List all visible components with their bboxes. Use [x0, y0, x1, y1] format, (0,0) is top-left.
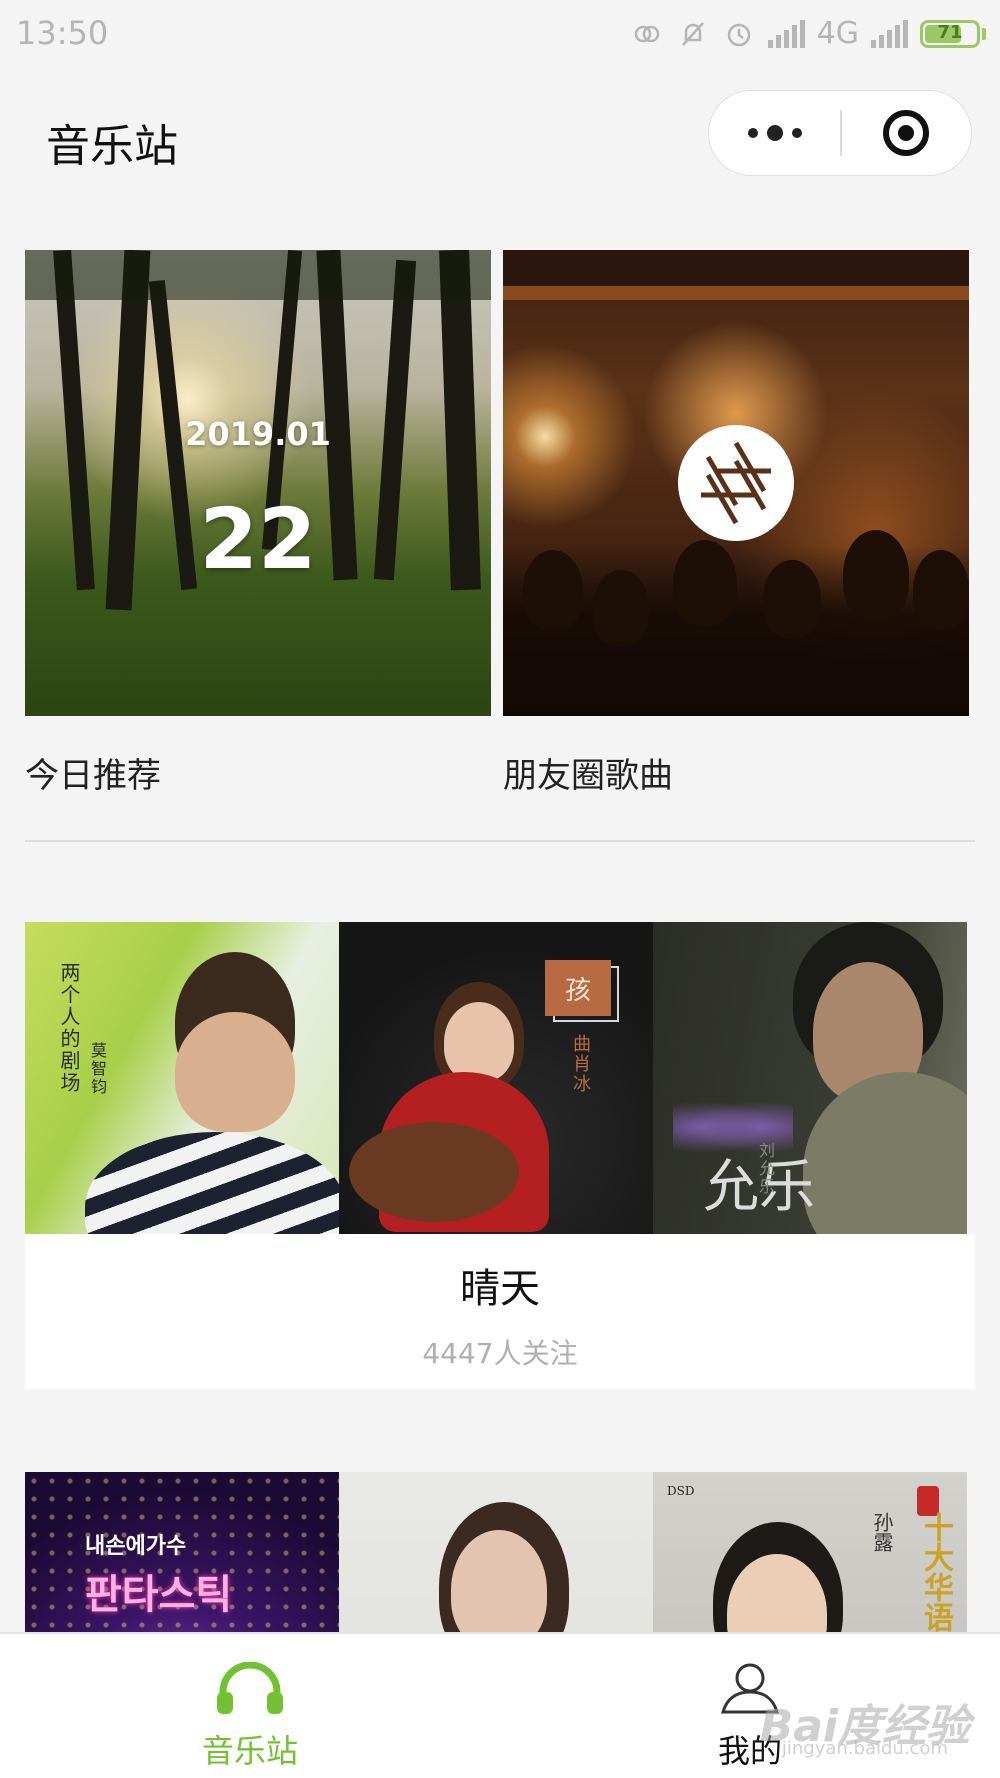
ellipsis-icon — [747, 128, 758, 138]
headphones-icon — [215, 1661, 285, 1714]
music-station-screen: 13:50 4G 71 音乐站 2019.01 22 今日推荐 朋友圈歌曲 两个… — [0, 0, 1000, 1778]
alarm-icon — [722, 17, 756, 51]
playlist-name: 晴天 — [460, 1266, 540, 1312]
battery-icon: 71 — [920, 19, 980, 48]
battery-level: 71 — [937, 21, 963, 43]
tab-music-station[interactable]: 音乐站 — [140, 1634, 360, 1778]
album-cover: 允乐 刘允乐 — [653, 922, 967, 1234]
playlist-info: 晴天 4447人关注 — [25, 1234, 975, 1389]
feature-label: 今日推荐 — [25, 756, 161, 796]
cover-tag: DSD — [667, 1484, 695, 1498]
cover-top-text: 내손에가수 — [85, 1534, 187, 1559]
tab-label: 音乐站 — [201, 1732, 298, 1770]
wechat-mini-icon — [630, 17, 664, 51]
mini-program-capsule — [708, 90, 972, 176]
nav-header: 音乐站 — [0, 80, 1000, 190]
playlist-collage: 两个人的剧场 莫智钧 孩 曲肖冰 允乐 刘允乐 — [25, 922, 967, 1234]
status-bar: 13:50 4G 71 — [0, 0, 1000, 70]
signal-icon — [767, 19, 805, 48]
cover-badge: 孩 — [545, 960, 611, 1016]
album-cover: 两个人的剧场 莫智钧 — [25, 922, 339, 1234]
cover-artist: 莫智钧 — [88, 1042, 107, 1096]
status-icons: 4G 71 — [630, 16, 986, 51]
feature-day: 22 — [199, 490, 317, 588]
mute-bell-icon — [676, 17, 710, 51]
target-icon — [883, 110, 930, 156]
daily-recommend-card[interactable]: 2019.01 22 今日推荐 — [25, 250, 491, 797]
close-button[interactable] — [842, 91, 971, 175]
daily-recommend-image: 2019.01 22 — [25, 250, 491, 716]
cover-title: 十大华语 — [918, 1512, 953, 1632]
moments-songs-card[interactable]: 朋友圈歌曲 — [503, 250, 969, 797]
section-divider — [25, 840, 975, 842]
cover-artist: 孙露 — [870, 1512, 894, 1552]
album-cover: 孩 曲肖冰 — [339, 922, 653, 1234]
battery-tip — [982, 27, 986, 40]
aperture-icon — [678, 425, 794, 541]
cover-vertical-text: 两个人的剧场 — [57, 962, 81, 1094]
cover-artist: 曲肖冰 — [570, 1034, 591, 1094]
watermark-url: jingyan.baidu.com — [781, 1738, 948, 1759]
feature-label: 朋友圈歌曲 — [503, 756, 673, 796]
playlist-card[interactable]: 两个人的剧场 莫智钧 孩 曲肖冰 允乐 刘允乐 晴天 4447人关注 — [25, 922, 975, 1389]
status-time: 13:50 — [16, 14, 109, 52]
moments-songs-image — [503, 250, 969, 716]
page-title: 音乐站 — [46, 121, 178, 172]
signal-icon — [871, 19, 908, 48]
more-button[interactable] — [709, 91, 840, 175]
cover-title: 판타스틱 — [85, 1572, 233, 1618]
cover-artist: 刘允乐 — [756, 1142, 775, 1196]
feature-date: 2019.01 — [185, 415, 331, 453]
network-label: 4G — [816, 16, 859, 51]
playlist-followers: 4447人关注 — [422, 1337, 578, 1370]
